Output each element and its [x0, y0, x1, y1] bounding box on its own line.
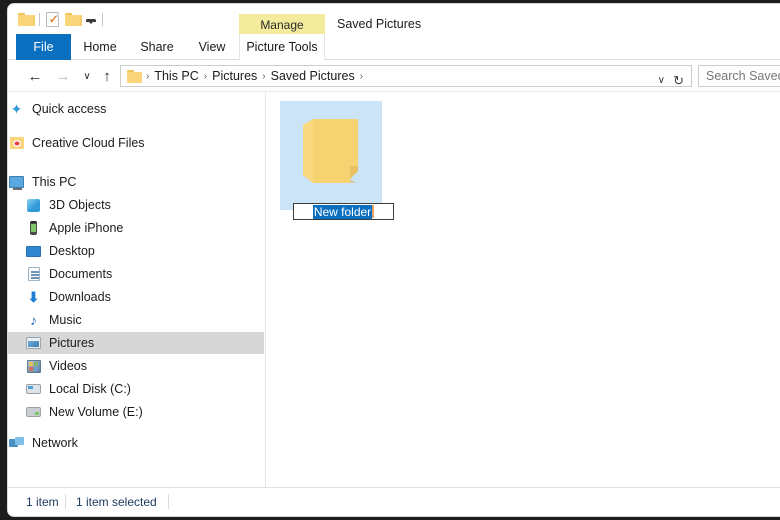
sidebar-item-3d-objects[interactable]: 3D Objects: [8, 194, 264, 216]
breadcrumb-separator-3[interactable]: ›: [359, 71, 364, 82]
videos-icon: [25, 358, 42, 374]
breadcrumb-item-pictures[interactable]: Pictures: [208, 69, 261, 83]
tab-home[interactable]: Home: [71, 34, 129, 60]
sidebar-item-label: Music: [49, 313, 82, 327]
tab-file[interactable]: File: [16, 34, 71, 60]
sidebar-item-quick-access[interactable]: ✦ Quick access: [8, 98, 264, 120]
sidebar-item-label: Downloads: [49, 290, 111, 304]
sidebar-item-this-pc[interactable]: This PC: [8, 171, 264, 193]
sidebar-item-videos[interactable]: Videos: [8, 355, 264, 377]
phone-icon: [25, 220, 42, 236]
sidebar-item-label: Network: [32, 436, 78, 450]
ribbon-tab-strip: File Home Share View Picture Tools: [8, 34, 780, 60]
sidebar-item-label: Apple iPhone: [49, 221, 124, 235]
contextual-tab-group-label: Manage: [260, 18, 304, 32]
navigation-pane: ✦ Quick access Creative Cloud Files This…: [8, 92, 266, 487]
check-glyph: ✓: [49, 14, 59, 26]
customize-caret-icon[interactable]: [86, 19, 96, 24]
breadcrumb-folder-icon[interactable]: [127, 69, 142, 83]
text-cursor: [372, 205, 375, 218]
caret-bar: [86, 20, 96, 22]
sidebar-item-music[interactable]: ♪ Music: [8, 309, 264, 331]
sidebar-item-label: Quick access: [32, 102, 107, 116]
sidebar-item-apple-iphone[interactable]: Apple iPhone: [8, 217, 264, 239]
rename-input-value[interactable]: New folder: [312, 204, 373, 219]
address-bar: ← → ∨ ↑ › This PC › Pictures › Saved Pic…: [8, 60, 780, 92]
tab-share[interactable]: Share: [129, 34, 185, 60]
sidebar-item-downloads[interactable]: ⬇ Downloads: [8, 286, 264, 308]
items-view[interactable]: New folder: [267, 92, 780, 487]
downloads-icon: ⬇: [27, 288, 40, 305]
contextual-tab-group-manage[interactable]: Manage: [239, 14, 325, 36]
folder-icon[interactable]: [18, 13, 35, 26]
breadcrumb[interactable]: › This PC › Pictures › Saved Pictures › …: [120, 65, 692, 89]
sidebar-item-label: Desktop: [49, 244, 95, 258]
explorer-body: ✦ Quick access Creative Cloud Files This…: [8, 92, 780, 487]
new-folder-icon[interactable]: [65, 13, 82, 26]
forward-button[interactable]: →: [54, 66, 72, 86]
documents-icon: [25, 266, 42, 282]
up-button[interactable]: ↑: [98, 66, 116, 86]
recent-locations-button[interactable]: ∨: [80, 66, 94, 86]
chevron-down-icon[interactable]: ∨: [658, 75, 665, 86]
title-bar: ✓ Manage Saved Pictures: [8, 4, 780, 36]
sidebar-item-label: 3D Objects: [49, 198, 111, 212]
tab-view[interactable]: View: [185, 34, 239, 60]
desktop-icon: [25, 243, 42, 259]
star-icon: ✦: [10, 100, 23, 117]
search-placeholder: Search Saved Pictures: [706, 69, 780, 83]
folder-icon: [303, 119, 358, 183]
quick-access-toolbar: ✓: [18, 12, 103, 27]
back-button[interactable]: ←: [26, 66, 44, 86]
file-explorer-window: ✓ Manage Saved Pictures File Home Share …: [8, 4, 780, 516]
sidebar-item-label: New Volume (E:): [49, 405, 143, 419]
window-title: Saved Pictures: [337, 17, 422, 31]
sidebar-item-network[interactable]: Network: [8, 432, 264, 454]
rename-input[interactable]: New folder: [293, 203, 394, 220]
status-divider: [65, 494, 66, 509]
disk-icon: [25, 381, 42, 397]
sidebar-item-new-volume-e[interactable]: New Volume (E:): [8, 401, 264, 423]
toolbar-divider: [39, 13, 40, 26]
sidebar-item-label: Documents: [49, 267, 113, 281]
status-item-count: 1 item: [26, 495, 59, 509]
status-bar: 1 item 1 item selected: [8, 487, 780, 515]
sidebar-item-desktop[interactable]: Desktop: [8, 240, 264, 262]
3d-objects-icon: [25, 197, 42, 213]
sidebar-item-documents[interactable]: Documents: [8, 263, 264, 285]
breadcrumb-item-saved-pictures[interactable]: Saved Pictures: [267, 69, 359, 83]
pictures-icon: [25, 335, 42, 351]
volume-icon: [25, 404, 42, 420]
sidebar-item-creative-cloud-files[interactable]: Creative Cloud Files: [8, 132, 264, 154]
search-input[interactable]: Search Saved Pictures: [698, 65, 780, 87]
creative-cloud-icon: [8, 135, 25, 151]
refresh-icon[interactable]: ↻: [673, 73, 684, 89]
properties-icon[interactable]: ✓: [46, 12, 59, 27]
sidebar-item-label: Pictures: [49, 336, 95, 350]
this-pc-icon: [8, 174, 25, 190]
tab-picture-tools[interactable]: Picture Tools: [239, 34, 325, 60]
sidebar-item-local-disk-c[interactable]: Local Disk (C:): [8, 378, 264, 400]
sidebar-item-label: Local Disk (C:): [49, 382, 131, 396]
sidebar-item-label: Videos: [49, 359, 87, 373]
music-icon: ♪: [30, 312, 37, 328]
network-icon: [8, 435, 25, 451]
list-item[interactable]: New folder: [280, 101, 394, 220]
status-selection: 1 item selected: [76, 495, 157, 509]
breadcrumb-item-this-pc[interactable]: This PC: [150, 69, 202, 83]
sidebar-item-pictures[interactable]: Pictures: [8, 332, 264, 354]
toolbar-divider-2: [102, 13, 103, 26]
sidebar-item-label: This PC: [32, 175, 77, 189]
sidebar-item-label: Creative Cloud Files: [32, 136, 145, 150]
status-divider-2: [168, 494, 169, 509]
